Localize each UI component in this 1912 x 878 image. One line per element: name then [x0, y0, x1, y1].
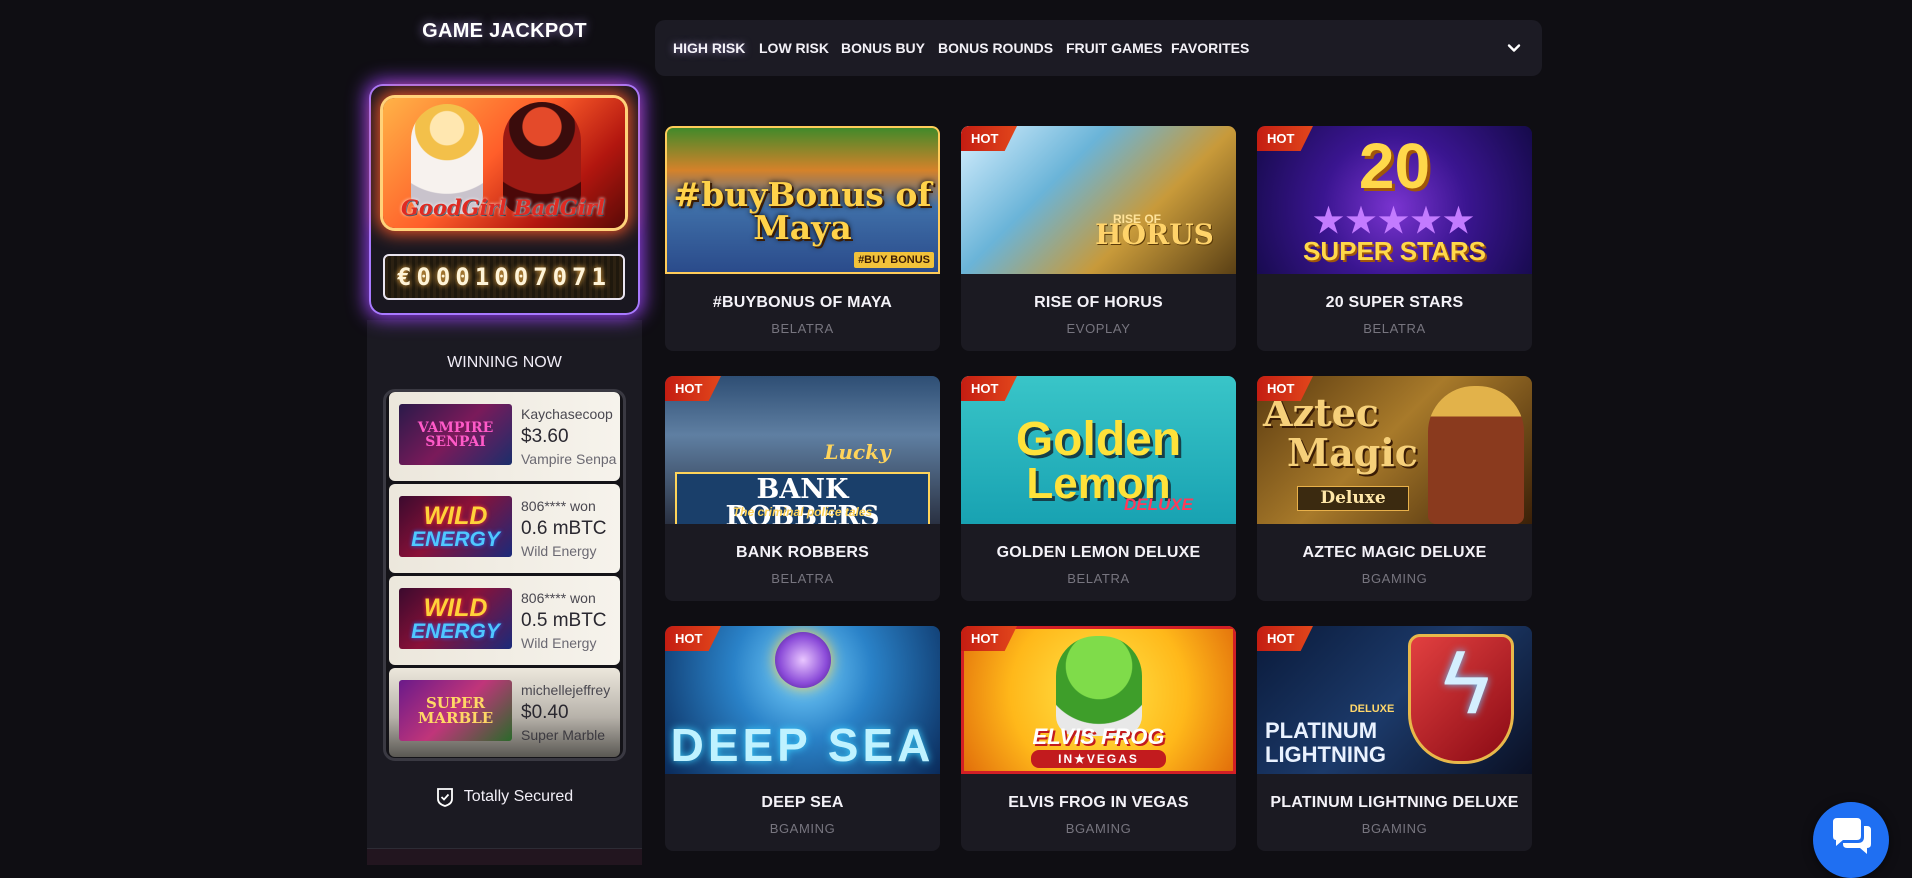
- secured-label: Totally Secured: [463, 788, 574, 805]
- winner-game-name: Vampire Senpai: [521, 451, 617, 467]
- game-title[interactable]: ELVIS FROG IN VEGAS: [961, 794, 1236, 812]
- winner-username: michellejeffrey: [521, 682, 611, 698]
- winner-game-thumbnail: SUPER MARBLE: [399, 680, 512, 741]
- tab-bonus-buy[interactable]: BONUS BUY: [841, 20, 925, 76]
- game-provider: EVOPLAY: [1066, 321, 1131, 336]
- jackpot-sidebar: GAME JACKPOT GoodGirl BadGirl €000100707…: [367, 0, 642, 865]
- winner-amount: $3.60: [521, 426, 569, 447]
- game-card[interactable]: HOT RISE OF HORUS RISE OF HORUS EVOPLAY: [961, 126, 1236, 351]
- live-chat-button[interactable]: [1813, 802, 1889, 878]
- lightning-bolt-icon: ϟ: [1442, 633, 1490, 733]
- shield-check-icon: [436, 788, 453, 807]
- game-title[interactable]: PLATINUM LIGHTNING DELUXE: [1257, 794, 1532, 812]
- jackpot-card[interactable]: GoodGirl BadGirl €0001007071: [369, 84, 640, 315]
- game-provider: BELATRA: [1363, 321, 1426, 336]
- game-category-tabs: HIGH RISK LOW RISK BONUS BUY BONUS ROUND…: [655, 20, 1542, 76]
- winner-game-thumbnail: VAMPIRE SENPAI: [399, 404, 512, 465]
- winner-username: Kaychasecoop: [521, 406, 613, 422]
- game-title[interactable]: AZTEC MAGIC DELUXE: [1257, 544, 1532, 562]
- game-title[interactable]: #BUYBONUS OF MAYA: [665, 294, 940, 312]
- tab-low-risk[interactable]: LOW RISK: [759, 20, 829, 76]
- winner-game-name: Wild Energy: [521, 635, 597, 651]
- winning-now-title: WINNING NOW: [447, 354, 562, 371]
- game-title[interactable]: DEEP SEA: [665, 794, 940, 812]
- tab-high-risk[interactable]: HIGH RISK: [673, 20, 745, 76]
- tab-favorites[interactable]: FAVORITES: [1171, 20, 1249, 76]
- game-card[interactable]: HOT Lucky BANK ROBBERS The criminal poli…: [665, 376, 940, 601]
- winner-amount: $0.40: [521, 702, 569, 723]
- aztec-warrior-image: [1428, 386, 1524, 524]
- game-provider: BGAMING: [1361, 571, 1428, 586]
- winner-username: 806**** won: [521, 590, 596, 606]
- game-card[interactable]: HOT ϟ DELUXE PLATINUM LIGHTNING PLATINUM…: [1257, 626, 1532, 851]
- tab-bonus-rounds[interactable]: BONUS ROUNDS: [938, 20, 1053, 76]
- winner-game-thumbnail: WILD ENERGY: [399, 496, 512, 557]
- game-title[interactable]: GOLDEN LEMON DELUXE: [961, 544, 1236, 562]
- jackpot-game-logo: GoodGirl BadGirl: [401, 195, 605, 220]
- winner-game-name: Wild Energy: [521, 543, 597, 559]
- jackpot-amount: €0001007071: [383, 254, 625, 300]
- game-provider: BELATRA: [771, 571, 834, 586]
- game-card[interactable]: HOT DEEP SEA DEEP SEA BGAMING: [665, 626, 940, 851]
- winner-item[interactable]: WILD ENERGY 806**** won 0.5 mBTC Wild Ene…: [389, 576, 620, 665]
- winner-game-thumbnail: WILD ENERGY: [399, 588, 512, 649]
- game-card[interactable]: HOT Golden Lemon DELUXE GOLDEN LEMON DEL…: [961, 376, 1236, 601]
- winner-game-name: Super Marble: [521, 727, 606, 743]
- game-provider: BELATRA: [771, 321, 834, 336]
- game-provider: BGAMING: [1361, 821, 1428, 836]
- game-title[interactable]: 20 SUPER STARS: [1257, 294, 1532, 312]
- totally-secured: Totally Secured: [367, 787, 642, 807]
- winner-amount: 0.6 mBTC: [521, 518, 607, 539]
- game-card[interactable]: #buyBonus of Maya #BUY BONUS #BUYBONUS O…: [665, 126, 940, 351]
- sidebar-bottom-strip: [367, 849, 642, 865]
- game-thumbnail[interactable]: #buyBonus of Maya #BUY BONUS: [665, 126, 940, 274]
- game-provider: BGAMING: [1065, 821, 1132, 836]
- chevron-down-icon[interactable]: [1506, 40, 1522, 56]
- winner-item[interactable]: SUPER MARBLE michellejeffrey $0.40 Super…: [389, 668, 620, 757]
- sea-orb-image: [775, 632, 831, 688]
- jackpot-game-image[interactable]: GoodGirl BadGirl: [383, 98, 625, 228]
- winner-username: 806**** won: [521, 498, 596, 514]
- game-title[interactable]: BANK ROBBERS: [665, 544, 940, 562]
- game-title[interactable]: RISE OF HORUS: [961, 294, 1236, 312]
- game-card[interactable]: HOT ELVIS FROG IN★VEGAS ELVIS FROG IN VE…: [961, 626, 1236, 851]
- game-provider: BELATRA: [1067, 571, 1130, 586]
- winner-item[interactable]: WILD ENERGY 806**** won 0.6 mBTC Wild Ene…: [389, 484, 620, 573]
- game-provider: BGAMING: [769, 821, 836, 836]
- jackpot-title: GAME JACKPOT: [422, 20, 587, 42]
- winner-item[interactable]: VAMPIRE SENPAI Kaychasecoop $3.60 Vampir…: [389, 392, 620, 481]
- winning-now-list: VAMPIRE SENPAI Kaychasecoop $3.60 Vampir…: [383, 389, 626, 761]
- game-card[interactable]: HOT 20 ★★★★★ SUPER STARS 20 SUPER STARS …: [1257, 126, 1532, 351]
- tab-fruit-games[interactable]: FRUIT GAMES: [1066, 20, 1162, 76]
- chat-bubbles-icon: [1833, 818, 1871, 854]
- buy-bonus-tag: #BUY BONUS: [854, 252, 934, 268]
- frog-character-image: [1056, 636, 1142, 736]
- winner-amount: 0.5 mBTC: [521, 610, 607, 631]
- game-card[interactable]: HOT Aztec Magic Deluxe AZTEC MAGIC DELUX…: [1257, 376, 1532, 601]
